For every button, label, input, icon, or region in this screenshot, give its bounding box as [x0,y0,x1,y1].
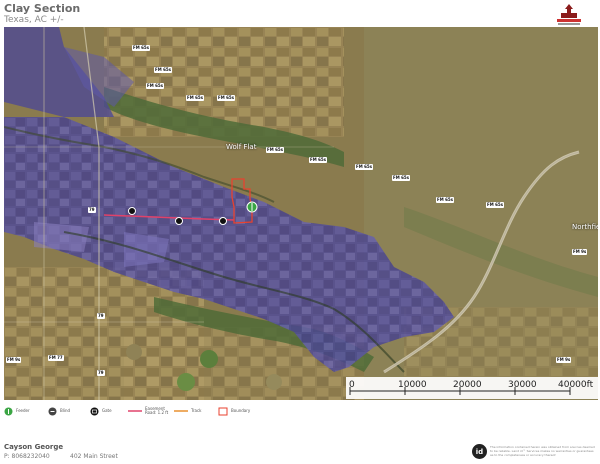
legend-item-feeder: Feeder [4,404,30,418]
boundary-icon [218,407,228,415]
agent-name: Cayson George [4,443,64,451]
feeder-icon [4,407,13,415]
track-line-icon [174,410,188,412]
road-label: FM 65s [309,157,328,163]
feeder-marker[interactable] [246,201,258,213]
road-label: FM 9s [572,249,588,255]
road-label: 79 [97,370,105,376]
page-subtitle: Texas, AC +/- [4,15,64,25]
place-label: Wolf Flat [226,143,257,151]
road-label: FM 65s [186,95,205,101]
road-label: FM 65s [154,67,173,73]
gate-marker[interactable] [128,207,136,215]
road-label: FM 65s [436,197,455,203]
legend-item-gate: Gate [90,404,112,418]
gate-marker[interactable] [219,217,227,225]
legend-label: Blind [60,408,71,413]
landid-logo: id [472,444,487,459]
blind-icon [48,407,57,415]
road-label: FM 65s [486,202,505,208]
map-legend: Feeder Blind Gate Easement Road: 1.2 ft … [0,404,600,418]
scale-label: 10000 [398,380,427,390]
legend-item-track: Track [174,404,201,418]
road-label: FM 65s [217,95,236,101]
satellite-map[interactable]: FM 65s FM 65s FM 65s FM 65s FM 65s FM 65… [4,27,598,400]
company-logo [557,4,581,25]
disclaimer-text: The information contained herein was obt… [490,445,595,457]
road-label: FM 65s [355,164,374,170]
road-label: FM 77 [48,355,64,361]
legend-item-blind: Blind [48,404,70,418]
page-title: Clay Section [4,2,81,15]
page-footer: Cayson George P: 8068232040 402 Main Str… [0,440,600,464]
agent-address: 402 Main Street [70,453,118,460]
road-label: 79 [97,313,105,319]
legend-label: Boundary [231,408,251,413]
road-label: FM 65s [146,83,165,89]
legend-item-boundary: Boundary [218,404,250,418]
legend-item-easement: Easement Road: 1.2 ft [128,404,168,418]
gate-marker[interactable] [175,217,183,225]
road-label: FM 65s [392,175,411,181]
road-label: FM 65s [266,147,285,153]
road-label: FM 65s [132,45,151,51]
gate-icon [90,407,99,415]
road-label: 79 [88,207,96,213]
place-label: Northfield [572,223,598,231]
legend-label: Track [191,408,202,413]
legend-label: Easement Road: 1.2 ft [145,406,169,415]
scale-bar: 0 10000 20000 30000 40000ft [346,377,598,399]
legend-label: Gate [102,408,112,413]
road-label: FM 9s [6,357,22,363]
scale-label: 0 [349,380,355,390]
scale-label: 20000 [453,380,482,390]
scale-label: 40000ft [558,380,594,390]
road-label: FM 9s [556,357,572,363]
map-canvas[interactable] [4,27,598,400]
legend-label: Feeder [16,408,30,413]
scale-label: 30000 [508,380,537,390]
easement-line-icon [128,410,142,412]
agent-phone[interactable]: P: 8068232040 [4,453,50,460]
